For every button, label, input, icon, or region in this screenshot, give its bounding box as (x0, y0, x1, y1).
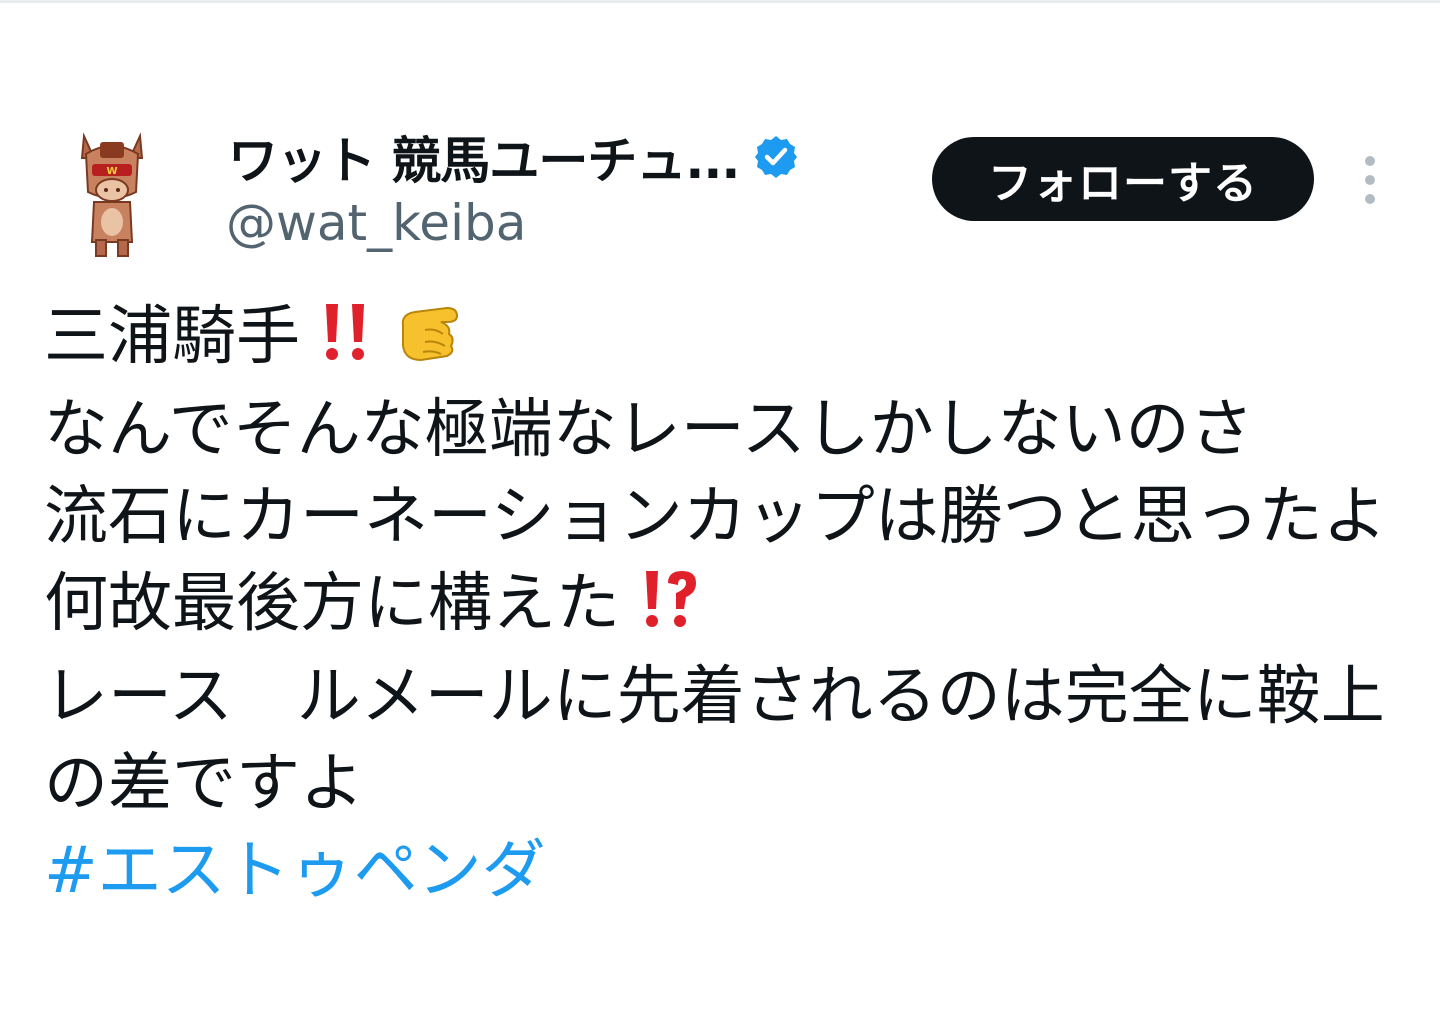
hashtag-link[interactable]: #エストゥペンダ (44, 828, 1414, 915)
follow-button[interactable]: フォローする (932, 137, 1314, 221)
pointing-hand-emoji (395, 300, 473, 387)
author-avatar[interactable]: W (70, 128, 154, 258)
more-vertical-icon-dot-2 (1365, 175, 1375, 185)
top-divider (0, 0, 1440, 3)
tweet-line-4: 何故最後方に構えた (44, 561, 1414, 654)
tweet-line-3: 流石にカーネーションカップは勝つと思ったよ (44, 480, 1387, 554)
horse-mascot-icon: W (80, 132, 144, 257)
tweet-line-1: 三浦騎手 (44, 294, 1414, 387)
more-vertical-icon (1365, 156, 1375, 166)
verified-badge-icon (753, 134, 799, 180)
svg-text:W: W (106, 166, 117, 177)
tweet-text: 三浦騎手 なんでそんな極端なレースしかしないのさ 流石にカーネーションカップは勝… (44, 294, 1414, 915)
interrobang-emoji (640, 567, 700, 654)
more-vertical-icon-dot-3 (1365, 194, 1375, 204)
tweet-line-4-text: 何故最後方に構えた (44, 567, 620, 641)
more-options-button[interactable] (1350, 152, 1390, 208)
author-name-row[interactable]: ワット 競馬ユーチュ... (228, 124, 799, 190)
tweet-line-2: なんでそんな極端なレースしかしないのさ (44, 393, 1254, 467)
double-exclamation-emoji (320, 300, 374, 387)
author-handle[interactable]: @wat_keiba (226, 194, 526, 252)
tweet-line-1-text: 三浦騎手 (44, 300, 300, 374)
author-display-name[interactable]: ワット 競馬ユーチュ... (228, 121, 740, 193)
tweet-line-5: レース ルメールに先着されるのは完全に鞍上の差ですよ (44, 660, 1385, 821)
